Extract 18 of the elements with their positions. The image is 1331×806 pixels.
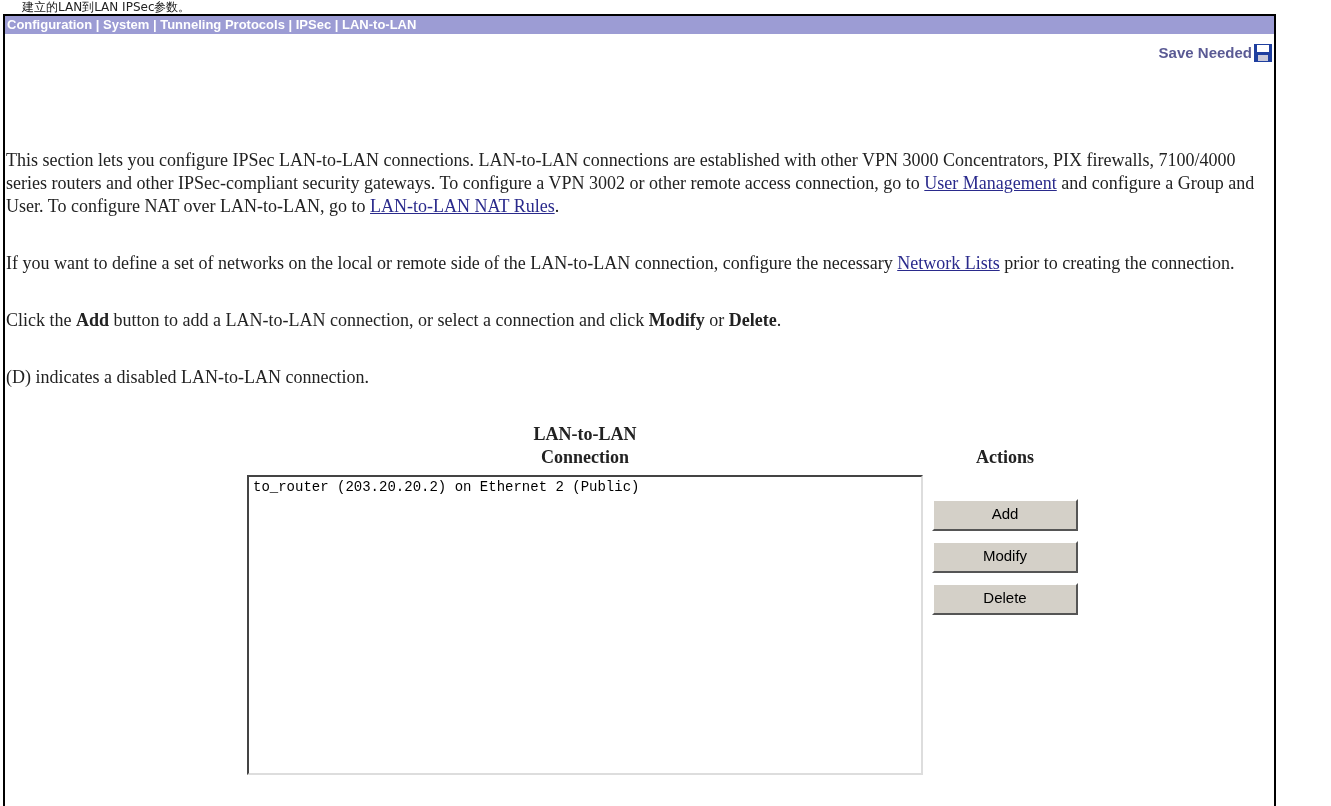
paragraph: If you want to define a set of networks on the local or remote side of the LAN-to-LAN connection, configure the necessary Network Lists prior to creating the connection. [6,251,1236,275]
list-item[interactable]: to_router (203.20.20.2) on Ethernet 2 (Public) [251,478,919,496]
save-status: Save Needed [1158,43,1252,63]
connection-list[interactable]: to_router (203.20.20.2) on Ethernet 2 (Public) [247,474,923,775]
link[interactable]: User Management [924,172,1057,193]
link[interactable]: Network Lists [897,252,1000,273]
breadcrumb-bar: Configuration | System | Tunneling Protocols | IPSec | LAN-to-LAN [5,16,1274,34]
caption: 建立的LAN到LAN IPSec参数。 [21,0,192,14]
action-button[interactable]: Modify [932,540,1078,573]
paragraph: (D) indicates a disabled LAN-to-LAN connection. [6,365,370,389]
paragraph: Click the Add button to add a LAN-to-LAN connection, or select a connection and click Modify or Delete. [6,308,783,332]
column-header: Actions [976,445,1034,469]
save-icon [1253,43,1273,64]
action-button[interactable]: Add [932,498,1078,531]
paragraph: This section lets you configure IPSec LAN-to-LAN connections. LAN-to-LAN connections are established with other VPN 3000 Concentrators, PIX firewalls, 7100/4000 series routers and other IPSec-compliant security gateways. To configure a VPN 3002 or other remote access connection, go to User Management and configure a Group and User. To configure NAT over LAN-to-LAN, go to LAN-to-LAN NAT Rules. [6,148,1256,218]
column-header: LAN-to-LAN Connection [532,422,638,469]
action-button[interactable]: Delete [932,582,1078,615]
link[interactable]: LAN-to-LAN NAT Rules [370,195,555,216]
